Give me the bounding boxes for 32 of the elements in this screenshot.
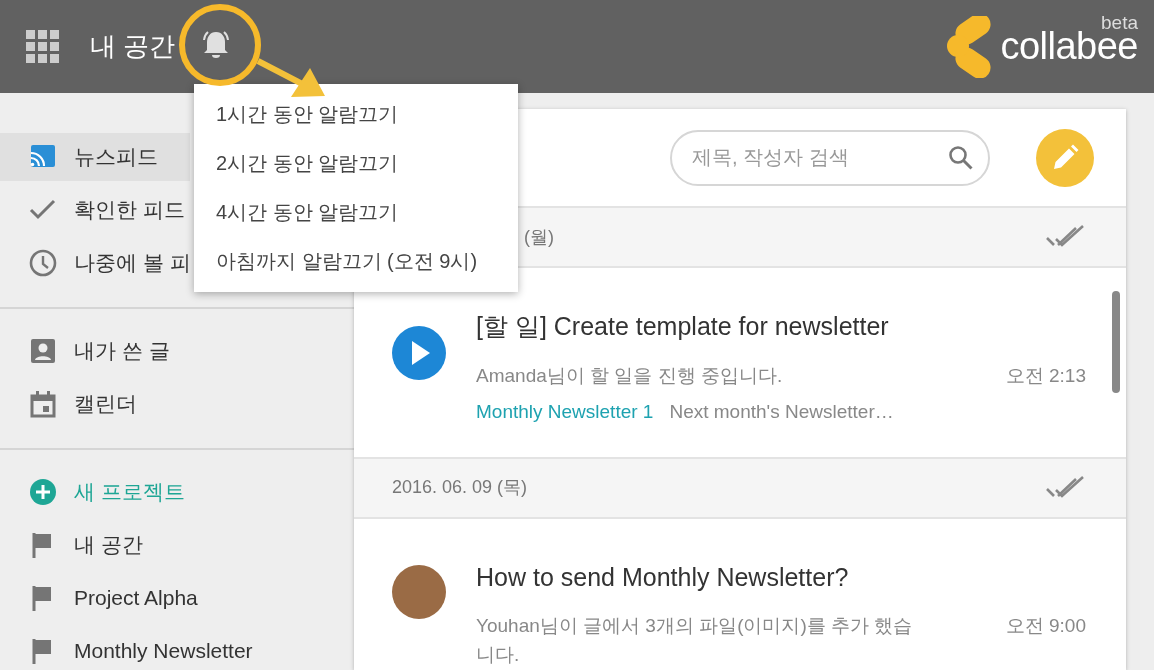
play-icon[interactable]: [392, 326, 446, 380]
search-field[interactable]: 제목, 작성자 검색: [670, 129, 990, 186]
post-time: 오전 2:13: [1005, 363, 1086, 388]
sidebar-item[interactable]: 내 공간: [0, 521, 354, 569]
logo-icon: [946, 15, 993, 78]
sidebar-item[interactable]: 뉴스피드: [0, 133, 190, 181]
apps-grid-icon[interactable]: [26, 29, 60, 64]
plus-icon: [28, 477, 58, 507]
activity-summary: Amanda님이 할 일을 진행 중입니다.: [476, 363, 784, 388]
person-icon: [28, 336, 58, 366]
menu-item[interactable]: 아침까지 알람끄기 (오전 9시): [194, 237, 518, 286]
search-icon[interactable]: [948, 144, 974, 171]
menu-item[interactable]: 2시간 동안 알람끄기: [194, 139, 518, 188]
scrollbar-thumb[interactable]: [1112, 291, 1120, 393]
post-preview: Next month's Newsletter…: [669, 400, 894, 424]
workspace-title: 내 공간: [90, 30, 176, 63]
sidebar-item[interactable]: 내가 쓴 글: [0, 327, 354, 375]
sidebar-item[interactable]: Monthly Newsletter: [0, 627, 354, 670]
menu-item[interactable]: 1시간 동안 알람끄기: [194, 90, 518, 139]
post-time: 오전 9:00: [1005, 614, 1086, 638]
menu-item[interactable]: 4시간 동안 알람끄기: [194, 188, 518, 237]
sidebar-item[interactable]: Project Alpha: [0, 574, 354, 622]
post-title[interactable]: [할 일] Create template for newsletter: [476, 308, 1086, 346]
activity-summary: Youhan님이 글에서 3개의 파일(이미지)를 추가 했습니다.: [476, 614, 914, 667]
sidebar-item[interactable]: 캘린더: [0, 380, 354, 428]
date-label: 2016. 06. 09 (목): [392, 476, 528, 499]
date-label: (월): [523, 225, 554, 249]
pencil-icon: [1051, 143, 1079, 172]
post-title[interactable]: How to send Monthly Newsletter?: [476, 558, 1086, 596]
avatar-placeholder: [392, 564, 446, 619]
clock-icon: [28, 248, 58, 278]
calendar-icon: [28, 389, 58, 419]
